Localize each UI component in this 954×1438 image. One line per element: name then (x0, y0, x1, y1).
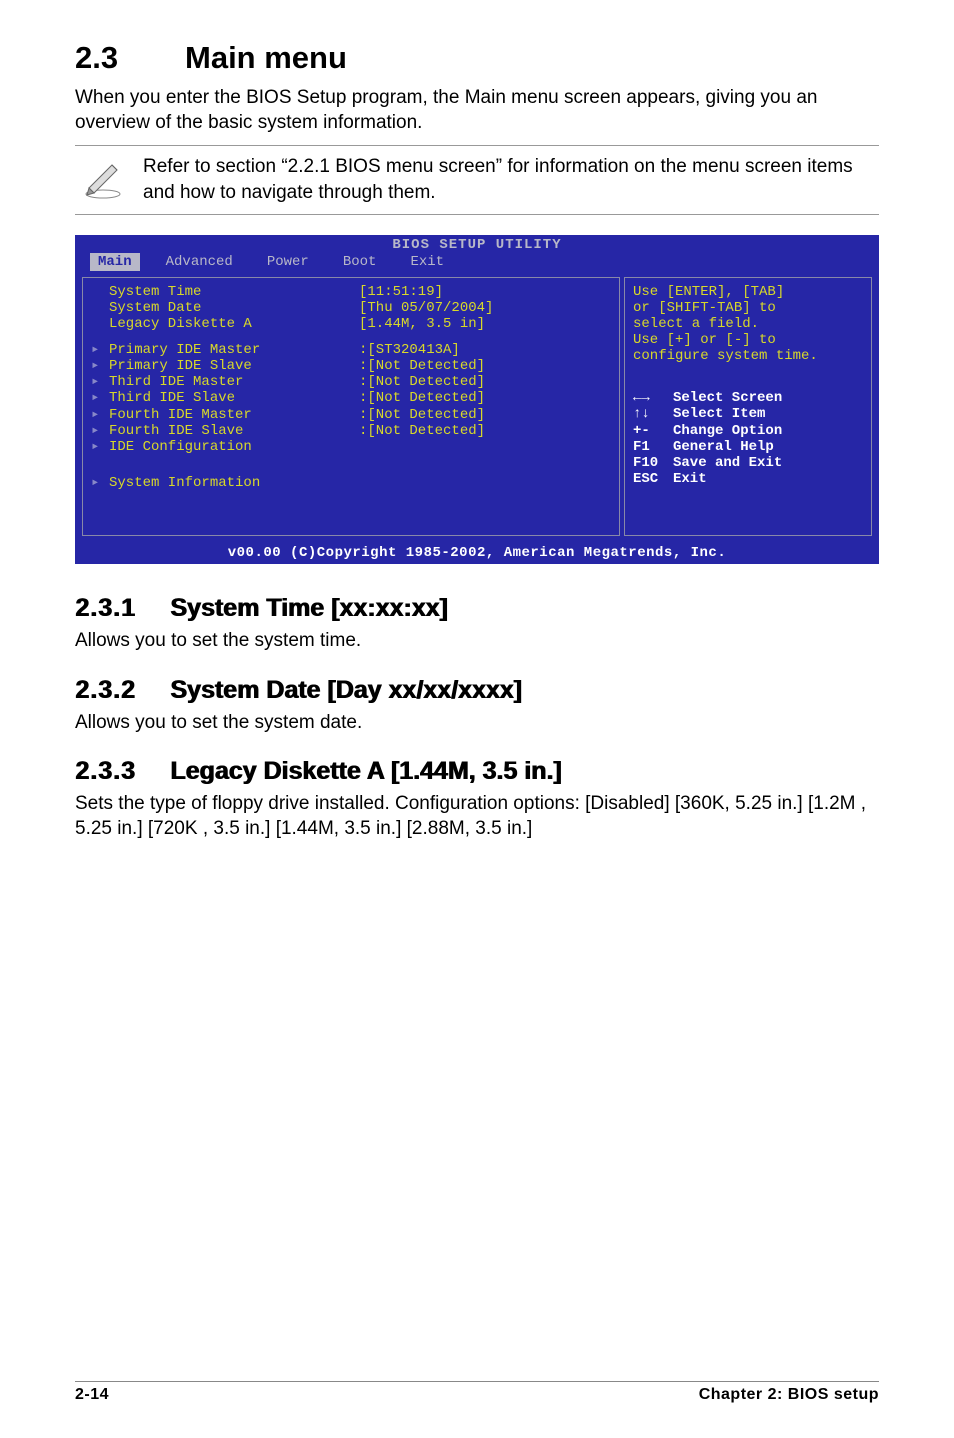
bios-key-legend: ←→Select Screen ↑↓Select Item +-Change O… (633, 390, 863, 487)
bios-field-label: Third IDE Slave (109, 390, 359, 406)
triangle-right-icon: ▸ (91, 423, 109, 439)
bios-title: BIOS SETUP UTILITY (76, 236, 878, 253)
chapter-label: Chapter 2: BIOS setup (699, 1386, 879, 1404)
bios-field-value: :[ST320413A] (359, 342, 460, 358)
bios-tab-boot[interactable]: Boot (335, 253, 385, 271)
bios-submenu-fourth-ide-master[interactable]: ▸ Fourth IDE Master :[Not Detected] (91, 407, 611, 423)
bios-tab-main[interactable]: Main (90, 253, 140, 271)
page-footer: 2-14 Chapter 2: BIOS setup (75, 1381, 879, 1404)
bios-field-value: :[Not Detected] (359, 358, 485, 374)
bios-field-value: [1.44M, 3.5 in] (359, 316, 485, 332)
triangle-right-icon: ▸ (91, 390, 109, 406)
bios-field-label: Legacy Diskette A (109, 316, 359, 332)
subsection-heading: 2.3.2System Date [Day xx/xx/xxxx] (75, 676, 879, 705)
bios-field-value: [11:51:19] (359, 284, 443, 300)
bios-field-label: System Time (109, 284, 359, 300)
subsection-body: Allows you to set the system time. (75, 629, 879, 654)
bios-field-system-time[interactable]: System Time [11:51:19] (91, 284, 611, 300)
note-text: Refer to section “2.2.1 BIOS menu screen… (131, 154, 879, 205)
bios-submenu-third-ide-master[interactable]: ▸ Third IDE Master :[Not Detected] (91, 374, 611, 390)
page-number: 2-14 (75, 1386, 109, 1404)
bios-submenu-fourth-ide-slave[interactable]: ▸ Fourth IDE Slave :[Not Detected] (91, 423, 611, 439)
bios-field-label: System Information (109, 475, 359, 491)
legend-key: F1 (633, 439, 673, 455)
intro-paragraph: When you enter the BIOS Setup program, t… (75, 86, 879, 135)
bios-help-line: Use [+] or [-] to (633, 332, 863, 348)
bios-copyright-footer: v00.00 (C)Copyright 1985-2002, American … (76, 544, 878, 563)
subsection-heading: 2.3.1System Time [xx:xx:xx] (75, 594, 879, 623)
triangle-right-icon: ▸ (91, 342, 109, 358)
bios-field-legacy-diskette[interactable]: Legacy Diskette A [1.44M, 3.5 in] (91, 316, 611, 332)
subsection-number: 2.3.2 (75, 676, 170, 705)
legend-key: F10 (633, 455, 673, 471)
bios-field-label: Fourth IDE Master (109, 407, 359, 423)
legend-action: Select Item (673, 406, 765, 422)
bios-field-value: :[Not Detected] (359, 423, 485, 439)
legend-action: Save and Exit (673, 455, 782, 471)
triangle-right-icon: ▸ (91, 358, 109, 374)
triangle-right-icon: ▸ (91, 439, 109, 455)
bios-help-line: or [SHIFT-TAB] to (633, 300, 863, 316)
subsection-title: System Date [Day xx/xx/xxxx] (170, 676, 522, 704)
subsection-body: Allows you to set the system date. (75, 711, 879, 736)
subsection-number: 2.3.1 (75, 594, 170, 623)
bios-submenu-ide-configuration[interactable]: ▸ IDE Configuration (91, 439, 611, 455)
section-title: Main menu (185, 40, 347, 75)
bios-field-label: Primary IDE Slave (109, 358, 359, 374)
section-heading: 2.3Main menu (75, 40, 879, 76)
legend-action: Select Screen (673, 390, 782, 406)
bios-submenu-third-ide-slave[interactable]: ▸ Third IDE Slave :[Not Detected] (91, 390, 611, 406)
subsection-number: 2.3.3 (75, 757, 170, 786)
subsection-heading: 2.3.3Legacy Diskette A [1.44M, 3.5 in.] (75, 757, 879, 786)
bios-tab-power[interactable]: Power (259, 253, 317, 271)
legend-action: Change Option (673, 423, 782, 439)
bios-field-value: :[Not Detected] (359, 407, 485, 423)
note-block: Refer to section “2.2.1 BIOS menu screen… (75, 145, 879, 214)
bios-submenu-primary-ide-slave[interactable]: ▸ Primary IDE Slave :[Not Detected] (91, 358, 611, 374)
bios-help-line: configure system time. (633, 348, 863, 364)
legend-key: ↑↓ (633, 406, 673, 422)
triangle-right-icon: ▸ (91, 407, 109, 423)
bios-field-label: IDE Configuration (109, 439, 359, 455)
bios-tab-exit[interactable]: Exit (402, 253, 452, 271)
triangle-right-icon: ▸ (91, 475, 109, 491)
bios-submenu-system-information[interactable]: ▸ System Information (91, 475, 611, 491)
bios-left-panel: System Time [11:51:19] System Date [Thu … (82, 277, 620, 536)
bios-field-label: Third IDE Master (109, 374, 359, 390)
legend-action: General Help (673, 439, 774, 455)
bios-field-label: Primary IDE Master (109, 342, 359, 358)
legend-key: +- (633, 423, 673, 439)
bios-tab-advanced[interactable]: Advanced (158, 253, 241, 271)
bios-screenshot: BIOS SETUP UTILITY Main Advanced Power B… (75, 235, 879, 564)
bios-field-value: :[Not Detected] (359, 374, 485, 390)
legend-key: ←→ (633, 390, 673, 406)
bios-tab-bar: Main Advanced Power Boot Exit (76, 253, 878, 273)
bios-help-line: Use [ENTER], [TAB] (633, 284, 863, 300)
subsection-title: Legacy Diskette A [1.44M, 3.5 in.] (170, 757, 561, 785)
bios-field-label: Fourth IDE Slave (109, 423, 359, 439)
bios-help-line: select a field. (633, 316, 863, 332)
pencil-note-icon (75, 154, 131, 200)
bios-field-value: [Thu 05/07/2004] (359, 300, 493, 316)
bios-help-panel: Use [ENTER], [TAB] or [SHIFT-TAB] to sel… (624, 277, 872, 536)
legend-action: Exit (673, 471, 707, 487)
bios-field-label: System Date (109, 300, 359, 316)
legend-key: ESC (633, 471, 673, 487)
bios-field-system-date[interactable]: System Date [Thu 05/07/2004] (91, 300, 611, 316)
subsection-title: System Time [xx:xx:xx] (170, 594, 447, 622)
subsection-body: Sets the type of floppy drive installed.… (75, 792, 879, 841)
bios-submenu-primary-ide-master[interactable]: ▸ Primary IDE Master :[ST320413A] (91, 342, 611, 358)
section-number: 2.3 (75, 40, 185, 76)
triangle-right-icon: ▸ (91, 374, 109, 390)
bios-field-value: :[Not Detected] (359, 390, 485, 406)
